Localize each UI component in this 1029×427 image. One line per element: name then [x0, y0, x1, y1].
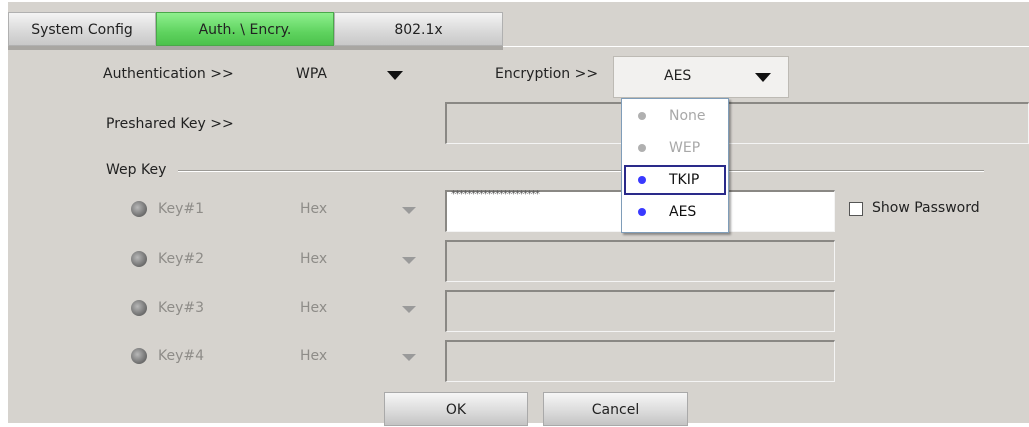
key4-input[interactable] [445, 340, 835, 382]
encryption-option-wep: WEP [624, 133, 726, 163]
encryption-option-none: None [624, 101, 726, 131]
wep-key-group-line [178, 170, 984, 172]
key1-radio-icon[interactable] [131, 201, 147, 217]
tab-divider [503, 46, 1029, 47]
key2-input[interactable] [445, 240, 835, 282]
encryption-chevron-down-icon[interactable] [755, 73, 771, 82]
encryption-option-tkip[interactable]: TKIP [624, 165, 726, 195]
encryption-label: Encryption >> [495, 66, 599, 82]
authentication-chevron-down-icon[interactable] [387, 71, 403, 80]
key2-radio-icon[interactable] [131, 251, 147, 267]
tab-underline [8, 46, 503, 50]
option-label: WEP [669, 140, 701, 156]
key1-format[interactable]: Hex [300, 201, 327, 217]
authentication-label: Authentication >> [103, 66, 234, 82]
key2-chevron-down-icon[interactable] [402, 257, 416, 264]
encryption-option-aes[interactable]: AES [624, 197, 726, 227]
encryption-select[interactable]: AES [613, 56, 789, 98]
auth-encryption-panel: System Config Auth. \ Encry. 802.1x Auth… [8, 2, 1029, 426]
tab-8021x[interactable]: 802.1x [334, 12, 503, 46]
encryption-value: AES [664, 68, 692, 84]
key3-format[interactable]: Hex [300, 300, 327, 316]
option-label: TKIP [669, 172, 700, 188]
bullet-icon [638, 144, 646, 152]
preshared-key-input[interactable] [445, 102, 1029, 144]
option-label: AES [669, 204, 697, 220]
key1-label: Key#1 [158, 201, 205, 217]
option-label: None [669, 108, 706, 124]
wep-key-group-label: Wep Key [106, 162, 167, 178]
key2-label: Key#2 [158, 251, 205, 267]
key3-radio-icon[interactable] [131, 300, 147, 316]
authentication-value: WPA [296, 66, 327, 82]
key3-chevron-down-icon[interactable] [402, 306, 416, 313]
tab-bar: System Config Auth. \ Encry. 802.1x [8, 2, 503, 50]
key3-input[interactable] [445, 290, 835, 332]
bullet-icon [638, 208, 646, 216]
key3-label: Key#3 [158, 300, 205, 316]
bullet-icon [638, 112, 646, 120]
key1-masked-value: ********************** [451, 189, 540, 200]
key4-label: Key#4 [158, 348, 205, 364]
tab-system-config[interactable]: System Config [8, 12, 156, 46]
key2-format[interactable]: Hex [300, 251, 327, 267]
show-password-label[interactable]: Show Password [872, 200, 980, 216]
key1-chevron-down-icon[interactable] [402, 207, 416, 214]
bullet-icon [638, 176, 646, 184]
key4-chevron-down-icon[interactable] [402, 354, 416, 361]
key4-radio-icon[interactable] [131, 348, 147, 364]
encryption-dropdown-list: None WEP TKIP AES [621, 98, 729, 233]
ok-button[interactable]: OK [384, 392, 528, 426]
show-password-checkbox[interactable] [849, 202, 863, 216]
tab-auth-encryption[interactable]: Auth. \ Encry. [156, 12, 334, 46]
preshared-key-label: Preshared Key >> [106, 116, 234, 132]
cancel-button[interactable]: Cancel [543, 392, 688, 426]
key4-format[interactable]: Hex [300, 348, 327, 364]
